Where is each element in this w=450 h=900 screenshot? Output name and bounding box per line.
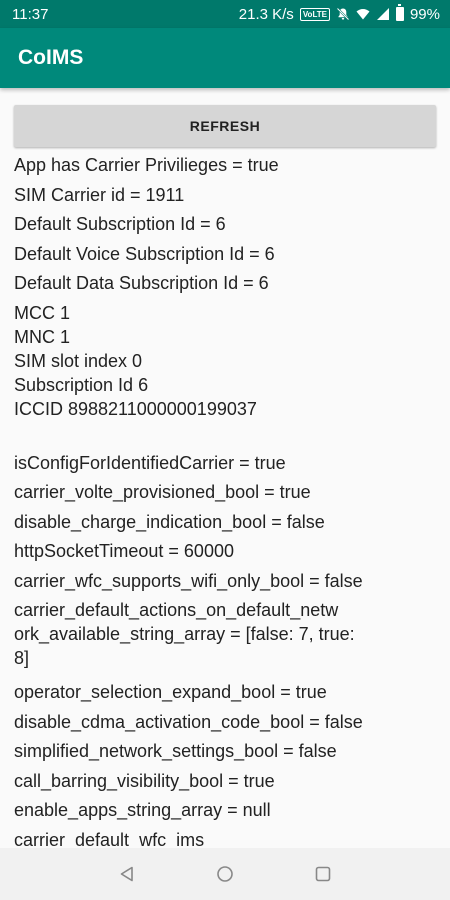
config-line: 8]: [14, 648, 30, 668]
subscription-info-block: MCC 1 MNC 1 SIM slot index 0 Subscriptio…: [14, 301, 438, 421]
config-line: disable_charge_indication_bool = false: [14, 511, 325, 532]
wifi-icon: [356, 9, 370, 20]
app-title: CoIMS: [18, 46, 84, 69]
config-line: simplified_network_settings_bool = false: [14, 741, 337, 761]
config-line: call_barring_visibility_bool = true: [14, 770, 275, 791]
config-line: carrier_volte_provisioned_bool = true: [14, 482, 311, 502]
status-icons: 21.3 K/s VoLTE 99%: [238, 4, 440, 23]
recents-icon[interactable]: [311, 862, 335, 886]
config-line: carrier_default_actions_on_default_netw: [14, 600, 339, 620]
carrier-privileges-text: App has Carrier Privilieges = true: [14, 155, 279, 175]
config-line: enable_apps_string_array = null: [14, 800, 271, 820]
info-list: App has Carrier Privilieges = true SIM C…: [14, 153, 438, 848]
app-bar: CoIMS: [0, 28, 450, 88]
battery-icon: [395, 4, 404, 21]
default-data-subscription-text: Default Data Subscription Id = 6: [14, 273, 269, 293]
signal-icon: [376, 8, 389, 20]
mcc-text: MCC 1: [14, 302, 71, 323]
main-content[interactable]: REFRESH App has Carrier Privilieges = tr…: [0, 88, 450, 848]
sim-carrier-id-text: SIM Carrier id = 1911: [14, 184, 185, 205]
network-speed: 21.3 K/s: [238, 5, 294, 23]
config-line: carrier_wfc_supports_wifi_only_bool = fa…: [14, 570, 363, 591]
notifications-off-icon: [336, 7, 350, 21]
mnc-text: MNC 1: [14, 326, 71, 347]
subscription-id-text: Subscription Id 6: [14, 374, 149, 395]
back-icon[interactable]: [115, 862, 139, 886]
navigation-bar: [0, 848, 450, 900]
config-line: operator_selection_expand_bool = true: [14, 682, 327, 702]
refresh-button[interactable]: REFRESH: [14, 105, 436, 147]
config-line: ork_available_string_array = [false: 7, …: [14, 624, 355, 644]
default-subscription-text: Default Subscription Id = 6: [14, 214, 226, 234]
home-icon[interactable]: [213, 862, 237, 886]
volte-badge: VoLTE: [299, 7, 330, 21]
status-time: 11:37: [12, 5, 49, 23]
config-line: carrier_default_wfc_ims: [14, 829, 205, 849]
config-line: disable_cdma_activation_code_bool = fals…: [14, 711, 363, 732]
config-line: httpSocketTimeout = 60000: [14, 541, 234, 561]
config-line: isConfigForIdentifiedCarrier = true: [14, 452, 286, 473]
default-voice-subscription-text: Default Voice Subscription Id = 6: [14, 243, 275, 264]
iccid-text: ICCID 8988211000000199037: [14, 398, 257, 419]
battery-percent: 99%: [409, 5, 440, 23]
sim-slot-index-text: SIM slot index 0: [14, 350, 143, 371]
status-bar: 11:37 21.3 K/s VoLTE 99%: [0, 0, 450, 28]
